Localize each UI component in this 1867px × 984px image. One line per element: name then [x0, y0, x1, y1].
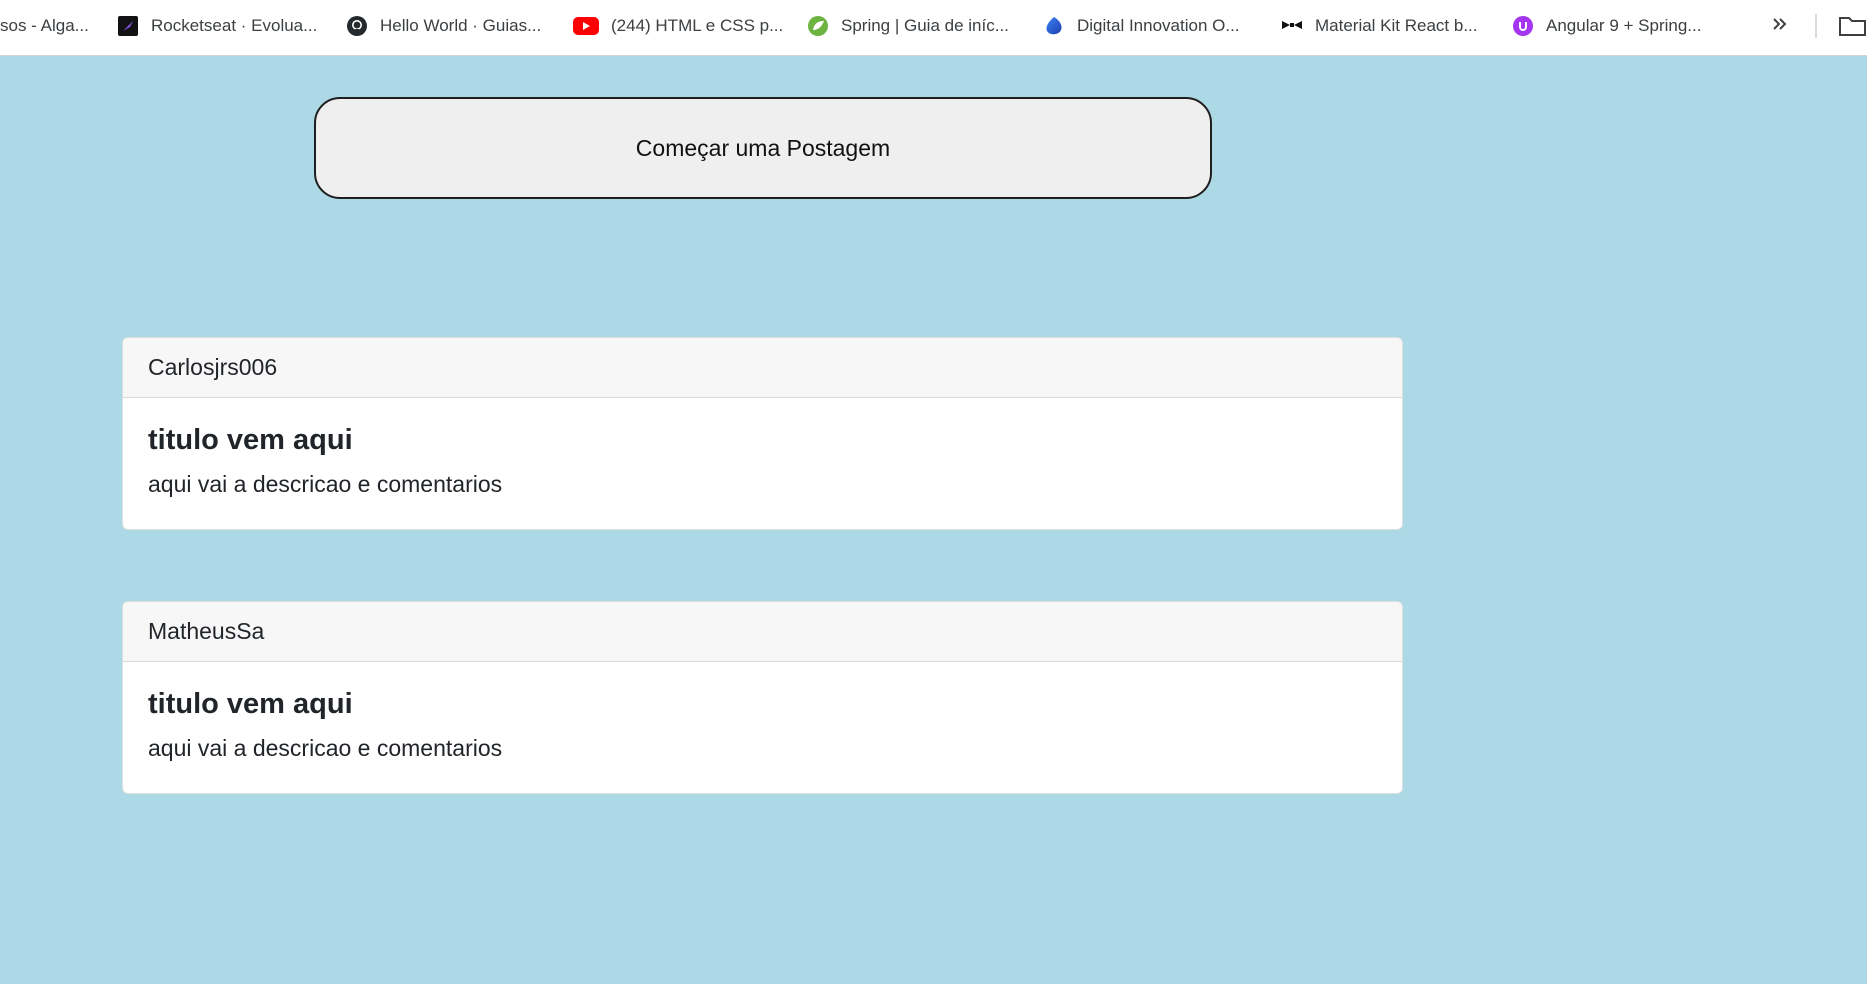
post-author: MatheusSa	[148, 618, 265, 644]
post-text: aqui vai a descricao e comentarios	[148, 735, 503, 761]
bookmarks-divider	[1815, 14, 1817, 38]
bookmark-label: Digital Innovation O...	[1077, 16, 1240, 35]
bookmark-item[interactable]: Spring | Guia de iníc...	[807, 0, 1009, 52]
bookmark-label: Material Kit React b...	[1315, 16, 1478, 35]
post-title: titulo vem aqui	[148, 688, 353, 720]
folder-icon	[1838, 17, 1867, 42]
spring-icon	[807, 15, 829, 37]
bookmark-item[interactable]: Hello World · Guias...	[346, 0, 541, 52]
bow-tie-icon	[1281, 15, 1303, 37]
bookmark-item[interactable]: Material Kit React b...	[1281, 0, 1478, 52]
start-post-button[interactable]: Começar uma Postagem	[314, 97, 1212, 199]
youtube-icon	[573, 15, 599, 37]
bookmarks-overflow-button[interactable]	[1766, 12, 1794, 40]
bookmark-item[interactable]: Angular 9 + Spring...	[1512, 0, 1701, 52]
start-post-label: Começar uma Postagem	[635, 134, 891, 161]
bookmark-label: Rocketseat · Evolua...	[151, 16, 318, 35]
post-card-header: Carlosjrs006	[123, 338, 1402, 398]
github-icon	[346, 15, 368, 37]
post-text: aqui vai a descricao e comentarios	[148, 471, 503, 497]
bookmark-item[interactable]: sos - Alga...	[0, 0, 89, 52]
post-author: Carlosjrs006	[148, 354, 278, 380]
bookmark-label: Spring | Guia de iníc...	[841, 16, 1009, 35]
post-card: MatheusSa titulo vem aqui aqui vai a des…	[122, 601, 1403, 794]
double-chevron-right-icon	[1771, 15, 1789, 38]
post-card-header: MatheusSa	[123, 602, 1402, 662]
rocketseat-icon	[117, 15, 139, 37]
bookmark-label: Angular 9 + Spring...	[1546, 16, 1702, 35]
post-card-body: titulo vem aqui aqui vai a descricao e c…	[123, 662, 1402, 762]
post-title: titulo vem aqui	[148, 424, 353, 456]
udemy-icon	[1512, 15, 1534, 37]
post-card-body: titulo vem aqui aqui vai a descricao e c…	[123, 398, 1402, 498]
bookmark-label: (244) HTML e CSS p...	[611, 16, 784, 35]
post-card: Carlosjrs006 titulo vem aqui aqui vai a …	[122, 337, 1403, 530]
bookmark-item[interactable]: Digital Innovation O...	[1043, 0, 1240, 52]
dio-icon	[1043, 15, 1065, 37]
other-bookmarks-button[interactable]	[1838, 14, 1867, 38]
bookmark-label: sos - Alga...	[0, 16, 89, 35]
bookmarks-bar: sos - Alga... Rocketseat · Evolua... Hel…	[0, 0, 1867, 56]
bookmark-label: Hello World · Guias...	[380, 16, 542, 35]
bookmark-item[interactable]: Rocketseat · Evolua...	[117, 0, 317, 52]
bookmark-item[interactable]: (244) HTML e CSS p...	[573, 0, 783, 52]
